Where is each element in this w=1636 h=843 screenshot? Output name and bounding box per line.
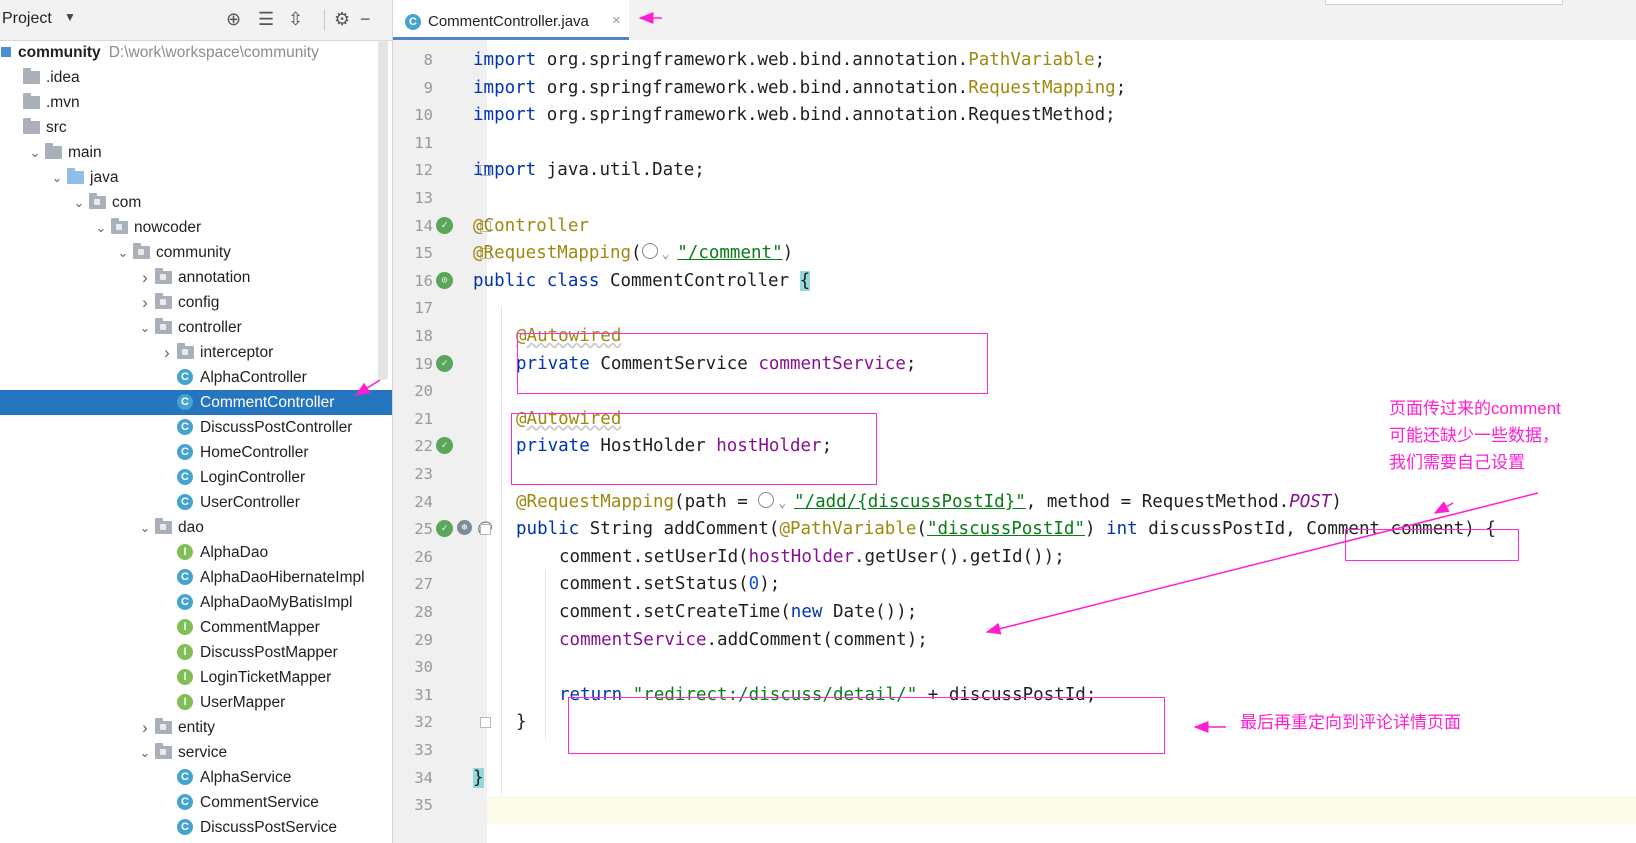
arrow-to-setters — [985, 492, 1539, 635]
annotation-arrows — [354, 12, 1539, 733]
arrow-to-selected-file — [354, 379, 381, 396]
arrow-to-comment-param — [1433, 501, 1454, 514]
